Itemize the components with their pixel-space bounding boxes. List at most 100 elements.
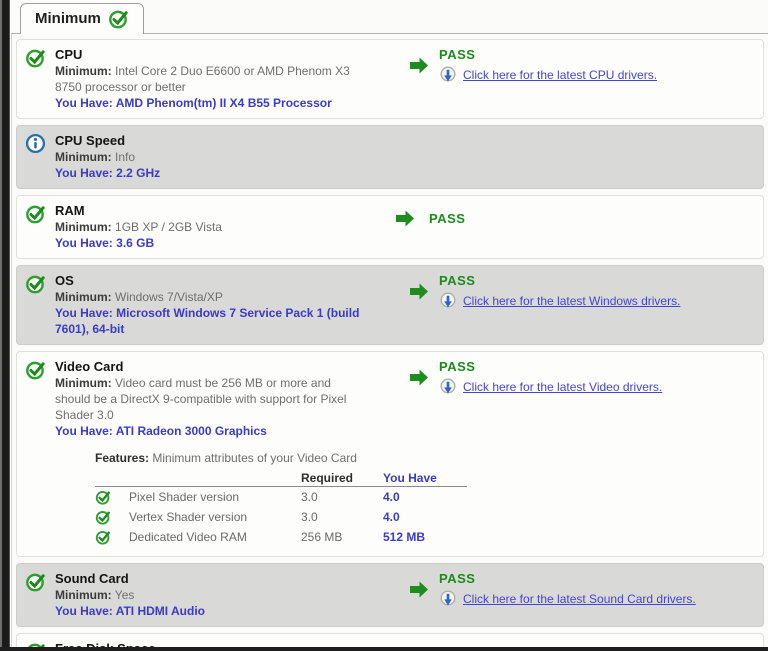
pass-check-icon	[95, 509, 129, 525]
column-header-required: Required	[301, 471, 383, 485]
status-area: PASS Click here for the latest Video dri…	[409, 359, 662, 396]
requirements-panel: CPU Minimum: Intel Core 2 Duo E6600 or A…	[11, 33, 768, 647]
features-label: Features:	[95, 451, 149, 465]
you-have-value: ATI Radeon 3000 Graphics	[116, 424, 267, 438]
sound-card-drivers-link[interactable]: Click here for the latest Sound Card dri…	[463, 592, 696, 606]
pass-check-icon	[25, 272, 55, 294]
minimum-line: Minimum: Yes	[55, 587, 367, 603]
you-have-label: You Have:	[55, 96, 113, 110]
features-caption: Features: Minimum attributes of your Vid…	[95, 451, 467, 465]
status-pass-badge: PASS	[439, 47, 657, 62]
section-cpu-speed: CPU Speed Minimum: Info You Have: 2.2 GH…	[16, 125, 764, 189]
you-have-line: You Have: ATI Radeon 3000 Graphics	[55, 423, 367, 439]
feature-required: 256 MB	[301, 530, 383, 544]
column-header-you-have: You Have	[383, 471, 467, 485]
pass-check-icon	[25, 202, 55, 224]
green-arrow-icon	[409, 282, 429, 301]
feature-required: 3.0	[301, 510, 383, 524]
you-have-value: 3.6 GB	[116, 236, 154, 250]
minimum-value: 1GB XP / 2GB Vista	[115, 220, 222, 234]
you-have-line: You Have: AMD Phenom(tm) II X4 B55 Proce…	[55, 95, 367, 111]
download-icon[interactable]	[439, 590, 457, 608]
status-area: PASS	[395, 209, 465, 228]
feature-row-dedicated-vram: Dedicated Video RAM 256 MB 512 MB	[95, 527, 467, 547]
minimum-line: Minimum: Info	[55, 149, 367, 165]
minimum-value: Yes	[115, 588, 135, 602]
you-have-label: You Have:	[55, 306, 113, 320]
feature-you-have: 4.0	[383, 490, 467, 504]
minimum-label: Minimum:	[55, 150, 112, 164]
minimum-line: Minimum: 1GB XP / 2GB Vista	[55, 219, 367, 235]
minimum-label: Minimum:	[55, 64, 112, 78]
section-ram: RAM Minimum: 1GB XP / 2GB Vista You Have…	[16, 195, 764, 259]
minimum-label: Minimum:	[55, 588, 112, 602]
feature-row-vertex-shader: Vertex Shader version 3.0 4.0	[95, 507, 467, 527]
section-title: Video Card	[55, 358, 367, 375]
you-have-label: You Have:	[55, 424, 113, 438]
tab-minimum[interactable]: Minimum	[20, 3, 144, 34]
feature-row-pixel-shader: Pixel Shader version 3.0 4.0	[95, 487, 467, 507]
section-cpu: CPU Minimum: Intel Core 2 Duo E6600 or A…	[16, 39, 764, 119]
download-icon[interactable]	[439, 66, 457, 84]
screenshot-bottom-edge	[0, 647, 768, 651]
status-pass-badge: PASS	[429, 211, 465, 226]
feature-required: 3.0	[301, 490, 383, 504]
windows-drivers-link[interactable]: Click here for the latest Windows driver…	[463, 294, 680, 308]
green-arrow-icon	[395, 209, 415, 228]
minimum-label: Minimum:	[55, 290, 112, 304]
minimum-line: Minimum: Intel Core 2 Duo E6600 or AMD P…	[55, 63, 367, 95]
pass-check-icon	[95, 529, 129, 545]
minimum-value: Windows 7/Vista/XP	[115, 290, 223, 304]
video-drivers-link[interactable]: Click here for the latest Video drivers.	[463, 380, 662, 394]
features-header-row: Required You Have	[95, 469, 467, 487]
download-icon[interactable]	[439, 378, 457, 396]
you-have-line: You Have: 2.2 GHz	[55, 165, 367, 181]
pass-check-icon	[95, 489, 129, 505]
minimum-line: Minimum: Video card must be 256 MB or mo…	[55, 375, 367, 423]
green-arrow-icon	[409, 580, 429, 599]
green-arrow-icon	[409, 56, 429, 75]
you-have-value: AMD Phenom(tm) II X4 B55 Processor	[116, 96, 332, 110]
section-title: RAM	[55, 202, 367, 219]
minimum-label: Minimum:	[55, 220, 112, 234]
pass-check-icon	[25, 570, 55, 592]
you-have-label: You Have:	[55, 166, 113, 180]
pass-check-icon	[108, 8, 129, 29]
status-area: PASS Click here for the latest Sound Car…	[409, 571, 696, 608]
status-area: PASS Click here for the latest CPU drive…	[409, 47, 657, 84]
status-pass-badge: PASS	[439, 359, 662, 374]
tab-minimum-label: Minimum	[35, 10, 101, 27]
status-area: PASS Click here for the latest Windows d…	[409, 273, 680, 310]
feature-you-have: 512 MB	[383, 530, 467, 544]
section-title: OS	[55, 272, 367, 289]
section-title: CPU	[55, 46, 367, 63]
minimum-value: Info	[115, 150, 135, 164]
minimum-line: Minimum: Windows 7/Vista/XP	[55, 289, 367, 305]
section-os: OS Minimum: Windows 7/Vista/XP You Have:…	[16, 265, 764, 345]
green-arrow-icon	[409, 368, 429, 387]
cpu-drivers-link[interactable]: Click here for the latest CPU drivers.	[463, 68, 657, 82]
you-have-value: 2.2 GHz	[116, 166, 160, 180]
status-pass-badge: PASS	[439, 273, 680, 288]
you-have-label: You Have:	[55, 236, 113, 250]
pass-check-icon	[25, 358, 55, 380]
feature-name: Pixel Shader version	[129, 490, 301, 504]
info-icon	[25, 132, 55, 154]
screenshot-left-edge	[0, 0, 10, 651]
section-sound-card: Sound Card Minimum: Yes You Have: ATI HD…	[16, 563, 764, 627]
pass-check-icon	[25, 46, 55, 68]
you-have-line: You Have: ATI HDMI Audio	[55, 603, 367, 619]
feature-name: Dedicated Video RAM	[129, 530, 301, 544]
you-have-label: You Have:	[55, 604, 113, 618]
feature-you-have: 4.0	[383, 510, 467, 524]
you-have-line: You Have: Microsoft Windows 7 Service Pa…	[55, 305, 367, 337]
features-note: Minimum attributes of your Video Card	[152, 451, 357, 465]
section-title: CPU Speed	[55, 132, 367, 149]
you-have-value: ATI HDMI Audio	[116, 604, 205, 618]
you-have-line: You Have: 3.6 GB	[55, 235, 367, 251]
video-features-table: Features: Minimum attributes of your Vid…	[95, 451, 467, 547]
section-title: Sound Card	[55, 570, 367, 587]
section-video-card: Video Card Minimum: Video card must be 2…	[16, 351, 764, 557]
download-icon[interactable]	[439, 292, 457, 310]
status-pass-badge: PASS	[439, 571, 696, 586]
